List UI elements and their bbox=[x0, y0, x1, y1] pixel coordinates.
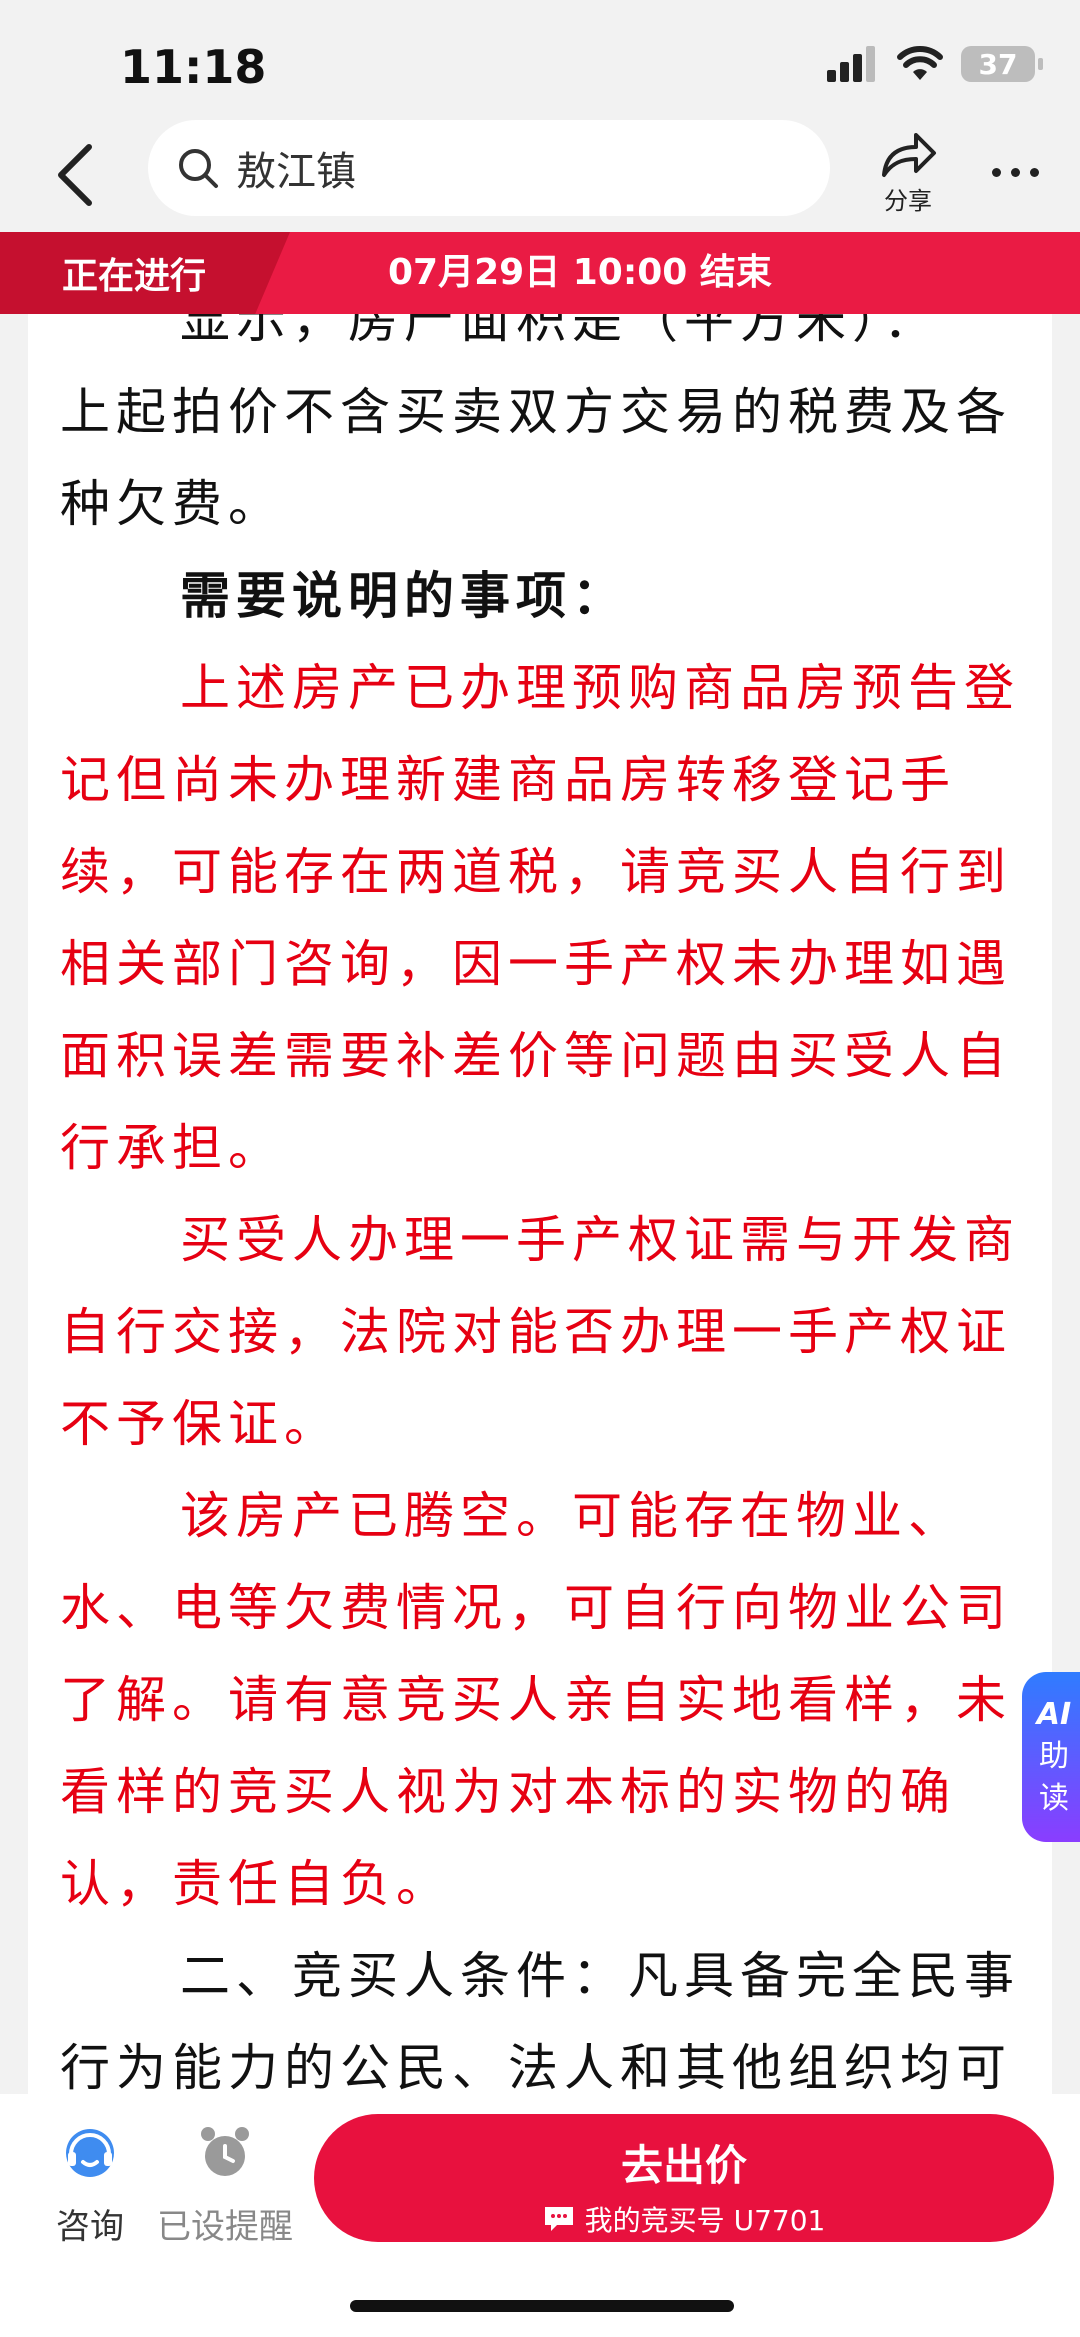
alarm-clock-icon bbox=[201, 2127, 249, 2176]
bid-number: 我的竞买号 U7701 bbox=[584, 2204, 826, 2237]
back-arrow-icon bbox=[58, 144, 92, 206]
share-button[interactable]: 分享 bbox=[868, 127, 948, 217]
ai-reading-button[interactable]: AI 助 读 bbox=[1022, 1672, 1080, 1842]
auction-status-banner: 正在进行 07月29日 10:00 结束 bbox=[0, 232, 1080, 314]
share-label: 分享 bbox=[884, 187, 932, 215]
share-icon bbox=[882, 133, 936, 177]
ai-char-1: 助 bbox=[1039, 1739, 1069, 1774]
paragraph-bidder-conditions: 二、竞买人条件：凡具备完全民事行为能力的公民、法人和其他组织均可参加竞买。 bbox=[60, 1947, 1020, 2094]
status-time: 11:18 bbox=[120, 40, 267, 94]
status-icons: 37 bbox=[827, 46, 1043, 82]
reminder-label: 已设提醒 bbox=[157, 2207, 293, 2247]
reminder-button[interactable]: 已设提醒 bbox=[150, 2124, 300, 2248]
announcement-text: 显示，房产面积是（平方米）： 上起拍价不含买卖双方交易的税费及各种欠费。 需要说… bbox=[60, 314, 1020, 2094]
end-time: 07月29日 10:00 结束 bbox=[388, 252, 772, 293]
place-bid-button[interactable]: 去出价 我的竞买号 U7701 bbox=[314, 2114, 1054, 2242]
consult-button[interactable]: 咨询 bbox=[15, 2124, 165, 2248]
section-heading: 需要说明的事项： bbox=[180, 567, 628, 625]
search-input[interactable]: 敖江镇 bbox=[148, 120, 830, 216]
announcement-content[interactable]: 显示，房产面积是（平方米）： 上起拍价不含买卖双方交易的税费及各种欠费。 需要说… bbox=[28, 314, 1052, 2094]
consult-icon bbox=[66, 2129, 114, 2177]
bid-label: 去出价 bbox=[620, 2141, 747, 2190]
search-icon bbox=[179, 149, 218, 188]
signal-icon bbox=[827, 46, 875, 82]
ai-char-2: 读 bbox=[1039, 1781, 1069, 1816]
search-text: 敖江镇 bbox=[236, 149, 356, 195]
notice-title-certificate: 买受人办理一手产权证需与开发商自行交接，法院对能否办理一手产权证不予保证。 bbox=[60, 1211, 1020, 1453]
notice-registration: 上述房产已办理预购商品房预告登记但尚未办理新建商品房转移登记手续，可能存在两道税… bbox=[60, 659, 1020, 1177]
wifi-icon bbox=[897, 46, 943, 80]
more-icon-dot bbox=[1010, 167, 1020, 177]
battery-icon: 37 bbox=[961, 46, 1043, 82]
status-tag: 正在进行 bbox=[0, 232, 290, 314]
paragraph-tax: 上起拍价不含买卖双方交易的税费及各种欠费。 bbox=[60, 383, 1012, 533]
top-nav: 敖江镇 分享 bbox=[0, 115, 1080, 230]
status-bar: 11:18 37 bbox=[0, 0, 1080, 130]
more-button[interactable] bbox=[980, 147, 1050, 197]
more-icon bbox=[991, 167, 1001, 177]
consult-label: 咨询 bbox=[56, 2207, 124, 2247]
partial-paragraph: 显示，房产面积是（平方米）： bbox=[180, 314, 939, 349]
bid-number-row: 我的竞买号 U7701 bbox=[314, 2199, 1054, 2239]
ai-label: AI bbox=[1036, 1697, 1072, 1732]
more-icon-dot bbox=[1029, 167, 1039, 177]
notice-vacancy: 该房产已腾空。可能存在物业、水、电等欠费情况，可自行向物业公司了解。请有意竞买人… bbox=[60, 1487, 1012, 1913]
back-button[interactable] bbox=[40, 135, 110, 215]
chat-icon bbox=[544, 2207, 573, 2231]
home-indicator[interactable] bbox=[350, 2300, 734, 2312]
